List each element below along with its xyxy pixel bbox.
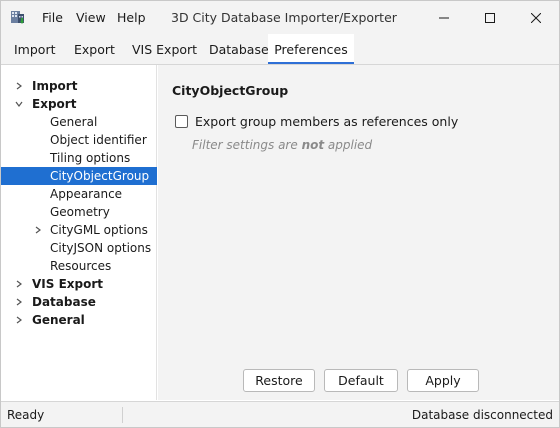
window-title: 3D City Database Importer/Exporter — [171, 10, 397, 25]
tree-item-appearance[interactable]: Appearance — [1, 185, 157, 203]
close-button[interactable] — [513, 1, 559, 34]
chevron-right-icon[interactable] — [33, 225, 43, 235]
menu-help[interactable]: Help — [117, 1, 146, 34]
tree-item-label: CityObjectGroup — [50, 169, 150, 183]
tab-vis-export[interactable]: VIS Export — [130, 34, 199, 64]
apply-button[interactable]: Apply — [407, 369, 479, 392]
chevron-down-icon[interactable] — [14, 99, 24, 109]
app-window: File View Help 3D City Database Importer… — [0, 0, 560, 428]
tree-item-general[interactable]: General — [1, 311, 157, 329]
tab-database[interactable]: Database — [207, 34, 271, 64]
status-bar: Ready Database disconnected — [1, 401, 559, 427]
chevron-right-icon[interactable] — [14, 81, 24, 91]
status-divider — [122, 407, 123, 423]
status-text: Ready — [7, 408, 45, 422]
chevron-right-icon[interactable] — [14, 297, 24, 307]
tree-item-geometry[interactable]: Geometry — [1, 203, 157, 221]
tree-item-cityobjectgroup[interactable]: CityObjectGroup — [1, 167, 157, 185]
tree-item-object-identifier[interactable]: Object identifier — [1, 131, 157, 149]
tree-item-database[interactable]: Database — [1, 293, 157, 311]
tree-item-label: Tiling options — [50, 151, 131, 165]
tree-item-label: Geometry — [50, 205, 110, 219]
tree-item-label: CityGML options — [50, 223, 148, 237]
tree-item-label: Object identifier — [50, 133, 147, 147]
tree-item-label: General — [50, 115, 98, 129]
panel-title: CityObjectGroup — [172, 83, 289, 98]
database-connection-status: Database disconnected — [411, 408, 553, 422]
minimize-icon — [439, 17, 449, 18]
tree-item-citygml-options[interactable]: CityGML options — [1, 221, 157, 239]
tree-item-label: CityJSON options — [50, 241, 152, 255]
maximize-icon — [485, 12, 495, 23]
tab-import[interactable]: Import — [12, 34, 58, 64]
filter-hint: Filter settings are not applied — [192, 138, 372, 152]
chevron-right-icon[interactable] — [14, 315, 24, 325]
restore-button[interactable]: Restore — [243, 369, 315, 392]
tree-item-export[interactable]: Export — [1, 95, 157, 113]
tree-item-label: General — [32, 313, 85, 327]
tree-item-tiling-options[interactable]: Tiling options — [1, 149, 157, 167]
tree-item-label: VIS Export — [32, 277, 103, 291]
minimize-button[interactable] — [421, 1, 467, 34]
active-tab-indicator — [268, 62, 354, 64]
filter-hint-suffix: applied — [324, 138, 373, 152]
tree-item-vis-export[interactable]: VIS Export — [1, 275, 157, 293]
tab-export[interactable]: Export — [72, 34, 117, 64]
main-tabbar: Import Export VIS Export Database Prefer… — [1, 34, 559, 65]
city-database-app-icon[interactable] — [9, 8, 27, 26]
title-bar: File View Help 3D City Database Importer… — [1, 1, 559, 34]
tree-item-label: Appearance — [50, 187, 123, 201]
tree-item-label: Database — [32, 295, 96, 309]
tree-item-export-general[interactable]: General — [1, 113, 157, 131]
chevron-right-icon[interactable] — [14, 279, 24, 289]
preferences-panel: CityObjectGroup Export group members as … — [158, 65, 559, 400]
export-references-label[interactable]: Export group members as references only — [195, 114, 458, 129]
tree-item-label: Resources — [50, 259, 112, 273]
export-references-checkbox[interactable] — [175, 115, 188, 128]
filter-hint-emphasis: not — [301, 138, 325, 152]
maximize-button[interactable] — [467, 1, 513, 34]
filter-hint-prefix: Filter settings are — [192, 138, 302, 152]
tree-item-label: Import — [32, 79, 78, 93]
tree-item-import[interactable]: Import — [1, 77, 157, 95]
preferences-tree: Import Export General Object identifier … — [1, 65, 157, 400]
tree-item-label: Export — [32, 97, 77, 111]
menu-view[interactable]: View — [76, 1, 106, 34]
default-button[interactable]: Default — [324, 369, 398, 392]
tab-preferences[interactable]: Preferences — [268, 34, 354, 64]
tree-item-resources[interactable]: Resources — [1, 257, 157, 275]
close-icon — [531, 12, 541, 23]
tree-item-cityjson-options[interactable]: CityJSON options — [1, 239, 157, 257]
menu-file[interactable]: File — [42, 1, 63, 34]
